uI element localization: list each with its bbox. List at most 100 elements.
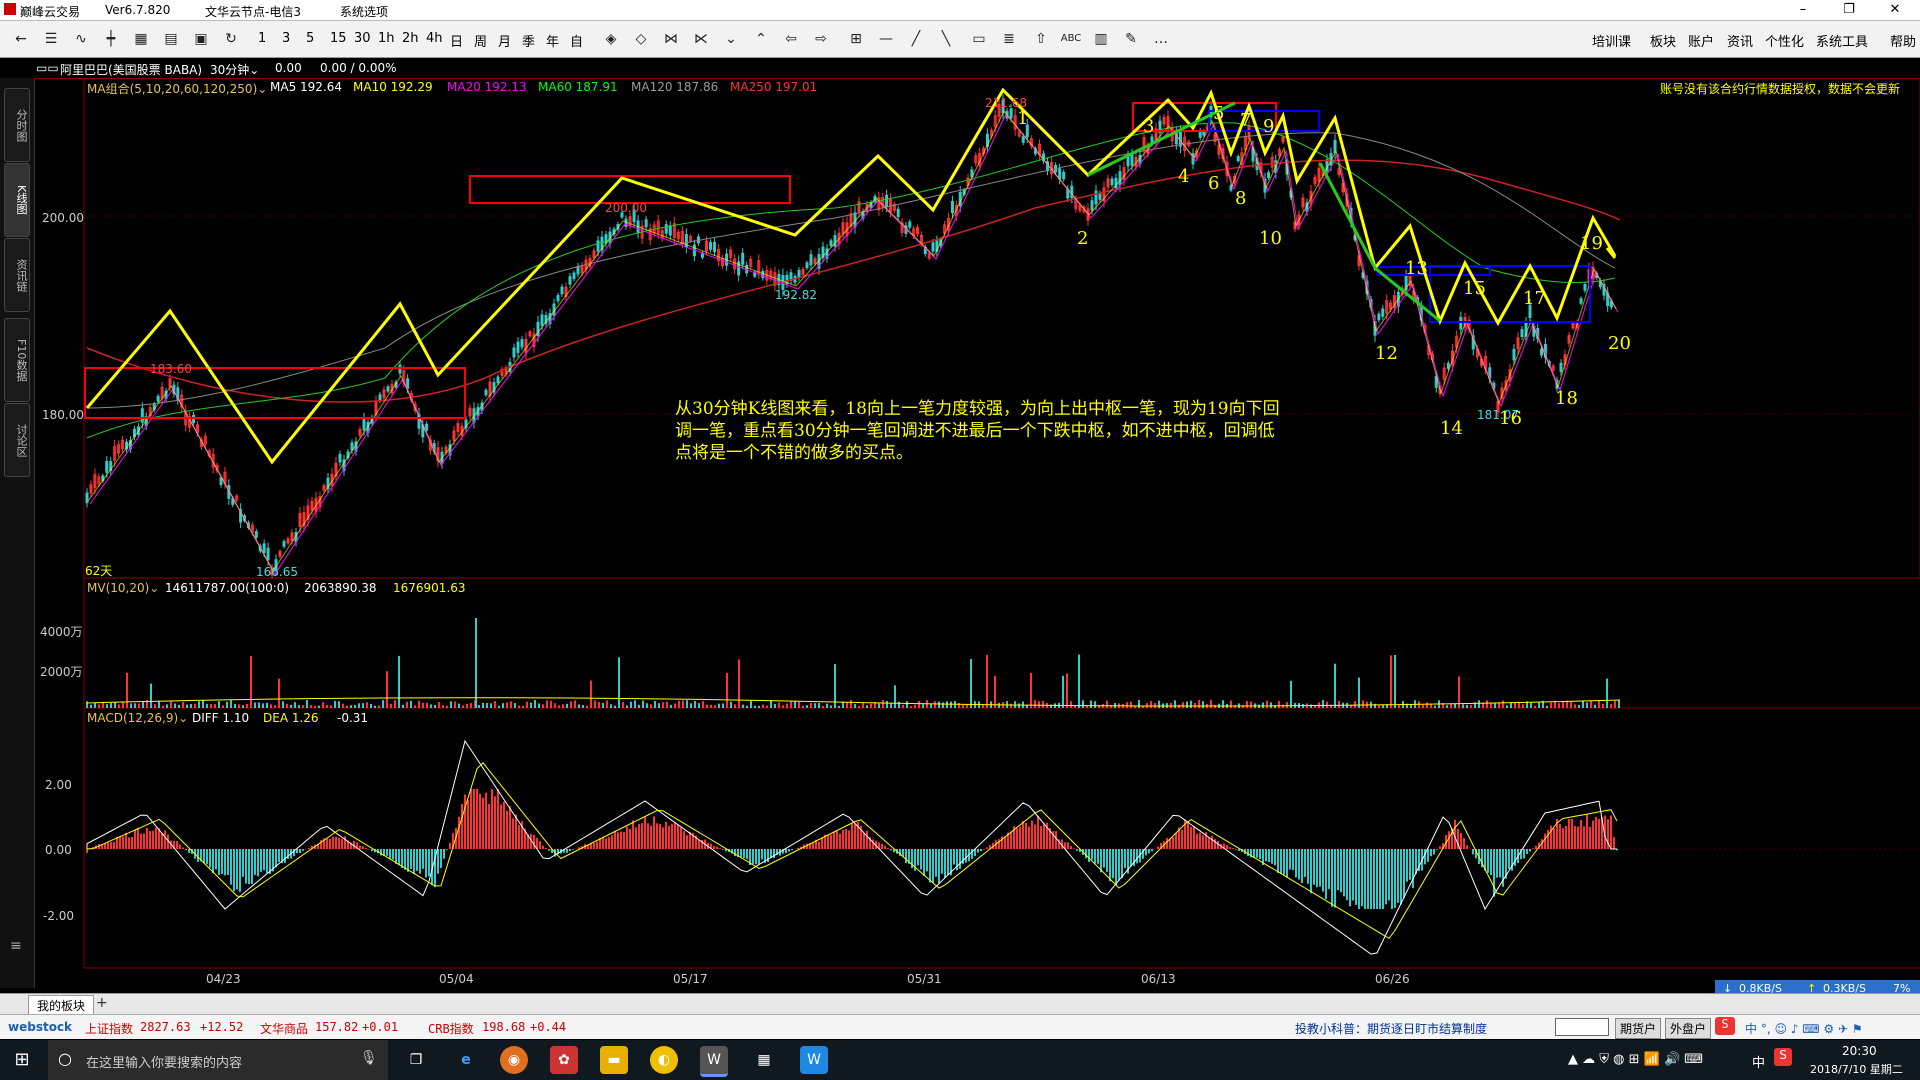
expand-icon[interactable]: ⋈ xyxy=(660,29,682,49)
list-icon[interactable]: ☰ xyxy=(40,29,62,49)
app-icon-1[interactable]: ✿ xyxy=(550,1046,578,1074)
candle-body xyxy=(386,386,390,392)
windows-start-icon[interactable]: ⊞ xyxy=(8,1046,36,1074)
news-ticker[interactable]: 投教小科普：期货逐日盯市结算制度 xyxy=(1295,1020,1487,1037)
pen-icon[interactable]: ✎ xyxy=(1120,29,1142,49)
sogou-ime-icon[interactable]: S xyxy=(1715,1017,1735,1035)
period-12[interactable]: 年 xyxy=(546,31,559,50)
minimize-icon[interactable]: – xyxy=(1780,0,1826,20)
sogou-tray-icon[interactable]: S xyxy=(1774,1048,1792,1066)
ticker-name-2[interactable]: 文华商品 xyxy=(260,1020,308,1037)
period-select[interactable]: 30分钟⌄ xyxy=(210,61,259,78)
ray-icon[interactable]: ╲ xyxy=(935,29,957,49)
refresh-icon[interactable]: ↻ xyxy=(220,29,242,49)
fib-icon[interactable]: ≣ xyxy=(998,29,1020,49)
calc-icon[interactable]: ▤ xyxy=(160,29,182,49)
period-9[interactable]: 周 xyxy=(474,31,487,50)
candle-body xyxy=(1094,190,1098,205)
rect-icon[interactable]: ▭ xyxy=(968,29,990,49)
restore-icon[interactable]: ❐ xyxy=(1826,0,1872,20)
period-0[interactable]: 1 xyxy=(258,31,266,46)
menu-2[interactable]: 账户 xyxy=(1688,31,1714,50)
search-box[interactable]: ○ 在这里输入你要搜索的内容 🎙 xyxy=(48,1040,388,1080)
menu-5[interactable]: 系统工具 xyxy=(1816,31,1868,50)
folder-icon[interactable]: ▬ xyxy=(600,1046,628,1074)
period-13[interactable]: 自 xyxy=(570,31,583,50)
tab-kline[interactable]: K线图 xyxy=(4,163,30,237)
period-6[interactable]: 2h xyxy=(402,31,419,46)
arrow-left-icon[interactable]: ⇦ xyxy=(780,29,802,49)
app-icon-2[interactable]: ◐ xyxy=(650,1046,678,1074)
tab-timeshare[interactable]: 分时图 xyxy=(4,88,30,162)
futures-account-button[interactable]: 期货户 xyxy=(1615,1018,1662,1039)
period-4[interactable]: 30 xyxy=(354,31,371,46)
eraser-icon[interactable]: ▥ xyxy=(1090,29,1112,49)
text-tool-icon[interactable]: ABC xyxy=(1060,29,1082,49)
more-icon[interactable]: … xyxy=(1150,29,1172,49)
app-icon-3[interactable]: W xyxy=(800,1046,828,1074)
zoom-in-icon[interactable]: ◈ xyxy=(600,29,622,49)
period-8[interactable]: 日 xyxy=(450,31,463,50)
ma-combo-label[interactable]: MA组合(5,10,20,60,120,250)⌄ xyxy=(87,80,267,97)
edge-icon[interactable]: e xyxy=(452,1046,480,1074)
ticker-name-1[interactable]: 上证指数 xyxy=(85,1020,133,1037)
candle-icon[interactable]: ┿ xyxy=(100,29,122,49)
tab-my-board[interactable]: 我的板块 xyxy=(28,995,95,1016)
period-2[interactable]: 5 xyxy=(306,31,314,46)
task-view-icon[interactable]: ❐ xyxy=(402,1046,430,1074)
add-tab-button[interactable]: + xyxy=(96,995,108,1011)
tab-news[interactable]: 资讯链 xyxy=(4,238,30,312)
code-input[interactable] xyxy=(1555,1018,1609,1036)
layout-icon[interactable]: ⊞ xyxy=(845,29,867,49)
server-name[interactable]: 文华云节点-电信3 xyxy=(205,3,301,20)
back-icon[interactable]: ← xyxy=(10,29,32,49)
candle-body xyxy=(1381,308,1385,317)
tab-discussion[interactable]: 讨论区 xyxy=(4,403,30,477)
period-10[interactable]: 月 xyxy=(498,31,511,50)
chevron-up-icon[interactable]: ⌃ xyxy=(750,29,772,49)
candle-body xyxy=(1118,171,1122,186)
grid-icon[interactable]: ▦ xyxy=(130,29,152,49)
menu-3[interactable]: 资讯 xyxy=(1727,31,1753,50)
app-logo-icon xyxy=(4,3,16,15)
browser-icon[interactable]: ◉ xyxy=(500,1046,528,1074)
tab-f10[interactable]: F10数据 xyxy=(4,318,30,402)
foreign-account-button[interactable]: 外盘户 xyxy=(1665,1018,1712,1039)
chart-area[interactable]: MA组合(5,10,20,60,120,250)⌄ MA5 192.64 MA1… xyxy=(35,78,1920,988)
chevron-down-icon[interactable]: ⌄ xyxy=(720,29,742,49)
macd-diff: DIFF 1.10 xyxy=(192,711,250,725)
up-arrow-icon[interactable]: ⇧ xyxy=(1030,29,1052,49)
trendline-icon[interactable]: ╱ xyxy=(905,29,927,49)
period-11[interactable]: 季 xyxy=(522,31,535,50)
mic-icon[interactable]: 🎙 xyxy=(360,1050,378,1066)
menu-icon[interactable]: ≡ xyxy=(10,938,22,954)
menu-1[interactable]: 板块 xyxy=(1650,31,1676,50)
period-1[interactable]: 3 xyxy=(282,31,290,46)
menu-4[interactable]: 个性化 xyxy=(1765,31,1804,50)
period-3[interactable]: 15 xyxy=(330,31,347,46)
system-options-menu[interactable]: 系统选项 xyxy=(340,3,388,20)
tray-icons[interactable]: ▲ ☁ ⛨ ◍ ⊞ 📶 🔊 ⌨ xyxy=(1568,1052,1703,1067)
hline-icon[interactable]: — xyxy=(875,29,897,49)
line-chart-icon[interactable]: ∿ xyxy=(70,29,92,49)
candle-body xyxy=(516,341,520,353)
stock-name[interactable]: 阿里巴巴(美国股票 BABA) xyxy=(60,61,202,78)
calculator-icon[interactable]: ▦ xyxy=(750,1046,778,1074)
arrow-right-icon[interactable]: ⇨ xyxy=(810,29,832,49)
macd-label[interactable]: MACD(12,26,9)⌄ xyxy=(87,711,188,725)
ticker-name-3[interactable]: CRB指数 xyxy=(428,1020,474,1037)
wh6-app-icon[interactable]: W xyxy=(700,1046,728,1077)
menu-6[interactable]: 帮助 xyxy=(1890,31,1916,50)
menu-0[interactable]: 培训课 xyxy=(1592,31,1631,50)
zoom-out-icon[interactable]: ◇ xyxy=(630,29,652,49)
save-icon[interactable]: ▣ xyxy=(190,29,212,49)
ime-indicator[interactable]: 中 xyxy=(1752,1052,1765,1071)
ime-toolbar[interactable]: 中 °, ☺ ♪ ⌨ ⚙ ✈ ⚑ xyxy=(1745,1020,1863,1037)
clock-time: 20:30 xyxy=(1842,1044,1877,1058)
kline-svg[interactable] xyxy=(35,78,1920,988)
close-icon[interactable]: ✕ xyxy=(1872,0,1918,20)
shrink-icon[interactable]: ⋉ xyxy=(690,29,712,49)
period-5[interactable]: 1h xyxy=(378,31,395,46)
mv-label[interactable]: MV(10,20)⌄ xyxy=(87,581,159,595)
period-7[interactable]: 4h xyxy=(426,31,443,46)
